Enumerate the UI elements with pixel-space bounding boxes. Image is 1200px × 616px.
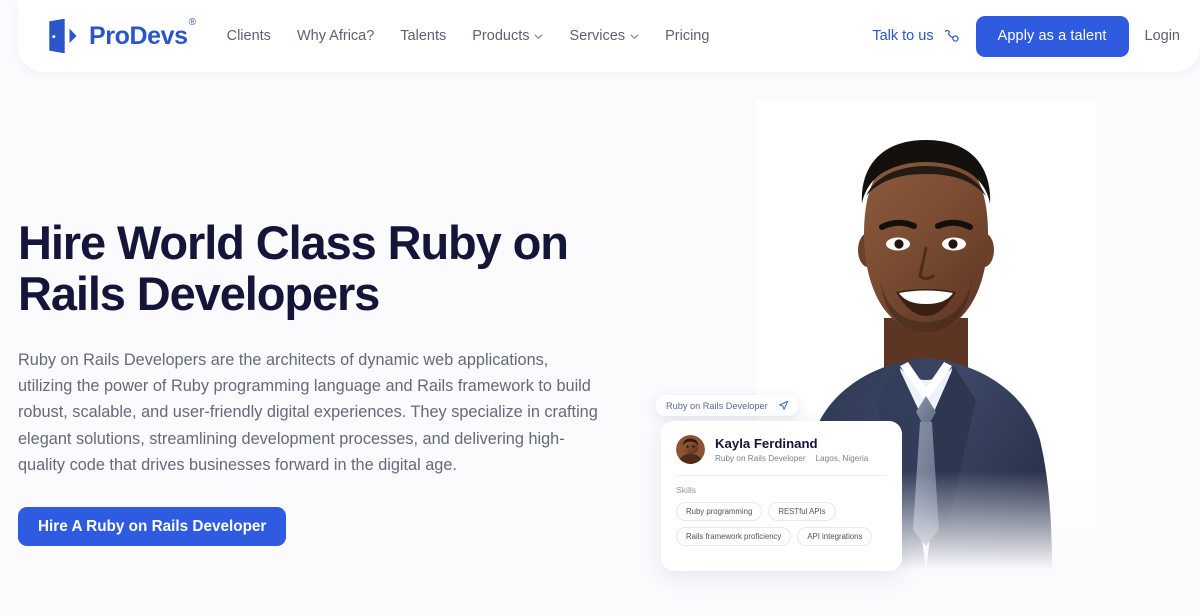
hero-content: Hire World Class Ruby on Rails Developer… <box>18 216 618 547</box>
skill-chip[interactable]: RESTful APIs <box>768 502 836 521</box>
apply-as-talent-button[interactable]: Apply as a talent <box>975 15 1129 57</box>
page-title: Hire World Class Ruby on Rails Developer… <box>18 216 569 320</box>
page-root: ProDevs® Clients Why Africa? Talents Pro… <box>0 0 1200 616</box>
nav-item-talents[interactable]: Talents <box>400 28 446 44</box>
talent-identity: Kayla Ferdinand Ruby on Rails Developer … <box>715 436 868 464</box>
logo[interactable]: ProDevs® <box>44 18 196 53</box>
nav-item-services[interactable]: Services <box>569 28 639 44</box>
chevron-down-icon <box>535 33 543 39</box>
skill-chip[interactable]: Ruby programming <box>676 502 763 521</box>
cursor-pointer-icon <box>778 400 788 410</box>
nav-item-products[interactable]: Products <box>472 28 543 44</box>
skill-chip[interactable]: Rails framework proficiency <box>676 527 792 546</box>
talk-to-us-link[interactable]: Talk to us <box>872 28 959 45</box>
role-pill-label: Ruby on Rails Developer <box>666 400 768 411</box>
talent-location: Lagos, Nigeria <box>815 454 869 464</box>
main-nav: Clients Why Africa? Talents Products Ser… <box>227 28 710 44</box>
nav-label: Products <box>472 28 530 44</box>
skills-list: Ruby programming RESTful APIs Rails fram… <box>676 502 887 546</box>
nav-label: Services <box>569 28 626 44</box>
nav-item-clients[interactable]: Clients <box>227 28 271 44</box>
logo-wordmark: ProDevs <box>89 21 188 50</box>
phone-icon <box>944 29 959 42</box>
talent-meta: Ruby on Rails Developer Lagos, Nigeria <box>715 454 868 463</box>
nav-item-why-africa[interactable]: Why Africa? <box>297 28 374 44</box>
hire-developer-button[interactable]: Hire A Ruby on Rails Developer <box>18 507 287 547</box>
registered-mark-icon: ® <box>188 17 196 29</box>
nav-label: Pricing <box>665 28 710 44</box>
role-pill-badge[interactable]: Ruby on Rails Developer <box>656 395 798 416</box>
talent-name: Kayla Ferdinand <box>715 435 818 451</box>
login-link[interactable]: Login <box>1145 28 1180 44</box>
talent-role: Ruby on Rails Developer <box>715 454 806 464</box>
nav-label: Talents <box>400 28 447 44</box>
hero-description: Ruby on Rails Developers are the archite… <box>18 350 598 475</box>
nav-item-pricing[interactable]: Pricing <box>665 28 709 44</box>
site-header: ProDevs® Clients Why Africa? Talents Pro… <box>18 0 1200 72</box>
door-logo-icon <box>49 19 77 53</box>
talent-card-header: Kayla Ferdinand Ruby on Rails Developer … <box>676 435 887 464</box>
skill-chip[interactable]: API integrations <box>797 527 873 546</box>
skills-label: Skills <box>676 485 697 495</box>
nav-label: Clients <box>226 28 271 44</box>
logo-text: ProDevs® <box>89 18 196 50</box>
avatar <box>676 435 705 464</box>
talk-to-us-label: Talk to us <box>872 28 934 44</box>
card-divider <box>676 475 887 476</box>
header-actions: Talk to us Apply as a talent Login <box>872 15 1180 57</box>
talent-profile-card[interactable]: Kayla Ferdinand Ruby on Rails Developer … <box>661 421 902 571</box>
nav-label: Why Africa? <box>296 28 375 44</box>
chevron-down-icon <box>630 33 639 39</box>
